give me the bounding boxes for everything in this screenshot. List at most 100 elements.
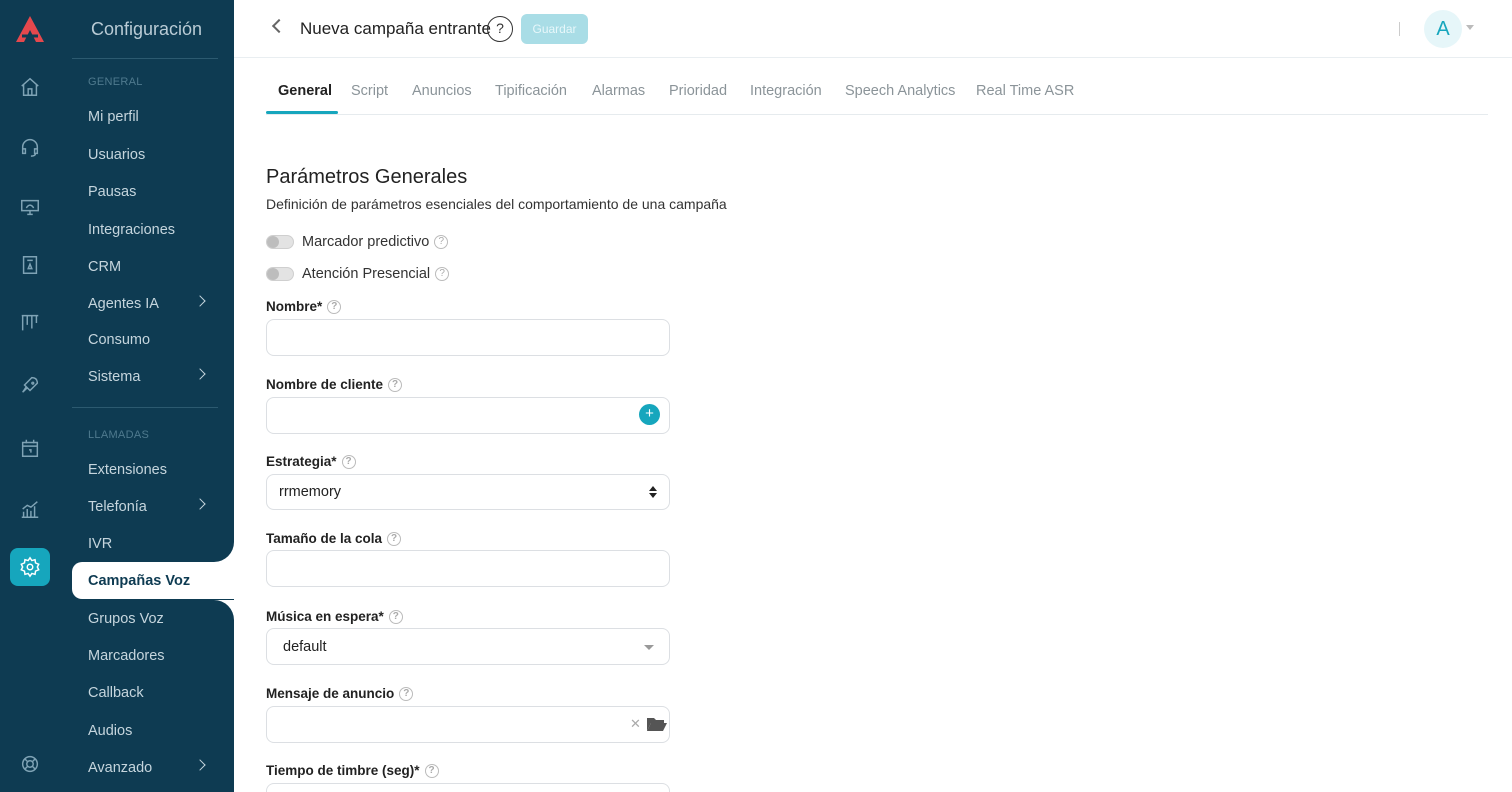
tab-alarmas[interactable]: Alarmas: [592, 83, 645, 99]
toggle-label: Atención Presencial: [302, 266, 431, 282]
cola-input[interactable]: [266, 550, 670, 587]
sidebar-item-label: Marcadores: [88, 647, 165, 664]
folder-open-icon[interactable]: [646, 715, 668, 733]
anuncio-input[interactable]: [266, 706, 670, 743]
gear-icon[interactable]: [10, 548, 50, 586]
section-description: Definición de parámetros esenciales del …: [266, 196, 727, 212]
marcador-predictivo-toggle[interactable]: [266, 235, 294, 249]
cliente-input[interactable]: [266, 397, 670, 434]
sidebar-item-label: Telefonía: [88, 498, 147, 515]
atencion-presencial-toggle[interactable]: [266, 267, 294, 281]
sidebar-item-pausas[interactable]: Pausas: [72, 173, 234, 210]
chevron-right-icon: [194, 759, 206, 771]
tab-speech-analytics[interactable]: Speech Analytics: [845, 83, 955, 99]
sidebar-item-extensiones[interactable]: Extensiones: [72, 451, 234, 488]
chevron-right-icon: [194, 295, 206, 307]
tab-prioridad[interactable]: Prioridad: [669, 83, 727, 99]
help-icon[interactable]: ?: [327, 300, 342, 315]
sidebar-section-general: GENERAL: [88, 76, 143, 88]
tab-real-time-asr[interactable]: Real Time ASR: [976, 83, 1074, 99]
sidebar-title: Configuración: [91, 19, 203, 39]
chevron-down-icon[interactable]: [1466, 25, 1474, 30]
sidebar-item-audios[interactable]: Audios: [72, 712, 234, 749]
save-button[interactable]: Guardar: [521, 14, 588, 44]
active-notch-bottom: [174, 600, 234, 620]
sidebar-item-mi-perfil[interactable]: Mi perfil: [72, 98, 234, 135]
nombre-input[interactable]: [266, 319, 670, 356]
toggle-row-marcador: Marcador predictivo ?: [266, 234, 449, 250]
phone-book-icon[interactable]: [15, 250, 45, 280]
help-icon[interactable]: ?: [387, 532, 402, 547]
sidebar-item-usuarios[interactable]: Usuarios: [72, 136, 234, 173]
toggle-row-atencion: Atención Presencial ?: [266, 266, 450, 282]
sidebar-item-telefonia[interactable]: Telefonía: [72, 488, 234, 525]
cliente-label: Nombre de cliente?: [266, 377, 403, 393]
back-arrow-icon[interactable]: [271, 18, 287, 34]
add-client-button[interactable]: +: [639, 404, 660, 425]
sidebar-item-label: Grupos Voz: [88, 610, 164, 627]
monitor-icon[interactable]: [15, 192, 45, 222]
rocket-icon[interactable]: [15, 370, 45, 400]
help-icon[interactable]: ?: [388, 378, 403, 393]
tab-integracion[interactable]: Integración: [750, 83, 822, 99]
clear-icon[interactable]: ✕: [630, 716, 641, 732]
timbre-input[interactable]: [266, 783, 670, 792]
sidebar-item-label: Mi perfil: [88, 108, 139, 125]
musica-select[interactable]: [266, 628, 670, 665]
kanban-icon[interactable]: [15, 308, 45, 338]
sidebar-item-label: Campañas Voz: [88, 572, 191, 589]
icon-rail: [0, 0, 60, 792]
help-icon[interactable]: ?: [341, 455, 356, 470]
sidebar-item-marcadores[interactable]: Marcadores: [72, 637, 234, 674]
app-logo-icon[interactable]: [14, 14, 46, 44]
field-label-text: Nombre de cliente: [266, 377, 384, 392]
sidebar-item-agentes-ia[interactable]: Agentes IA: [72, 285, 234, 322]
help-icon[interactable]: ?: [399, 687, 414, 702]
tab-anuncios[interactable]: Anuncios: [412, 83, 472, 99]
field-label-text: Tiempo de timbre (seg)*: [266, 763, 420, 778]
active-notch-top: [174, 542, 234, 562]
musica-label: Música en espera*?: [266, 609, 403, 625]
chevron-right-icon: [194, 368, 206, 380]
nombre-label: Nombre*?: [266, 299, 342, 315]
active-tab-indicator: [266, 111, 338, 114]
help-icon[interactable]: ?: [487, 16, 513, 42]
musica-value: default: [283, 639, 327, 655]
chevron-down-icon: [644, 645, 654, 650]
sidebar-item-label: CRM: [88, 258, 122, 275]
tab-tipificacion[interactable]: Tipificación: [495, 83, 567, 99]
sidebar-item-label: Audios: [88, 722, 133, 739]
toggle-label: Marcador predictivo: [302, 234, 430, 250]
tab-general[interactable]: General: [278, 83, 332, 99]
sidebar-item-label: IVR: [88, 535, 113, 552]
help-icon[interactable]: ?: [424, 764, 439, 779]
settings-sidebar: Configuración GENERAL Mi perfil Usuarios…: [60, 0, 246, 792]
help-icon[interactable]: ?: [435, 267, 450, 281]
sidebar-item-label: Agentes IA: [88, 295, 159, 312]
field-label-text: Música en espera*: [266, 609, 384, 624]
sidebar-item-integraciones[interactable]: Integraciones: [72, 211, 234, 248]
campaign-tabs: General Script Anuncios Tipificación Ala…: [266, 80, 1488, 115]
home-icon[interactable]: [15, 72, 45, 102]
help-icon[interactable]: ?: [388, 610, 403, 625]
calendar-icon[interactable]: [15, 433, 45, 463]
sidebar-item-label: Consumo: [88, 331, 151, 348]
field-label-text: Nombre*: [266, 299, 323, 314]
tab-script[interactable]: Script: [351, 83, 388, 99]
support-icon[interactable]: [15, 749, 45, 779]
sidebar-item-label: Avanzado: [88, 759, 153, 776]
sidebar-item-avanzado[interactable]: Avanzado: [72, 749, 234, 786]
chart-icon[interactable]: [15, 494, 45, 524]
help-icon[interactable]: ?: [434, 235, 449, 249]
sidebar-item-label: Callback: [88, 684, 144, 701]
sidebar-item-sistema[interactable]: Sistema: [72, 358, 234, 395]
sidebar-item-consumo[interactable]: Consumo: [72, 321, 234, 358]
sidebar-item-label: Extensiones: [88, 461, 167, 478]
field-label-text: Tamaño de la cola: [266, 531, 383, 546]
sidebar-item-campanas-voz[interactable]: Campañas Voz: [72, 562, 246, 599]
sidebar-item-label: Pausas: [88, 183, 137, 200]
sidebar-item-crm[interactable]: CRM: [72, 248, 234, 285]
avatar[interactable]: A: [1424, 10, 1462, 48]
headset-icon[interactable]: [15, 132, 45, 162]
sidebar-item-callback[interactable]: Callback: [72, 674, 234, 711]
